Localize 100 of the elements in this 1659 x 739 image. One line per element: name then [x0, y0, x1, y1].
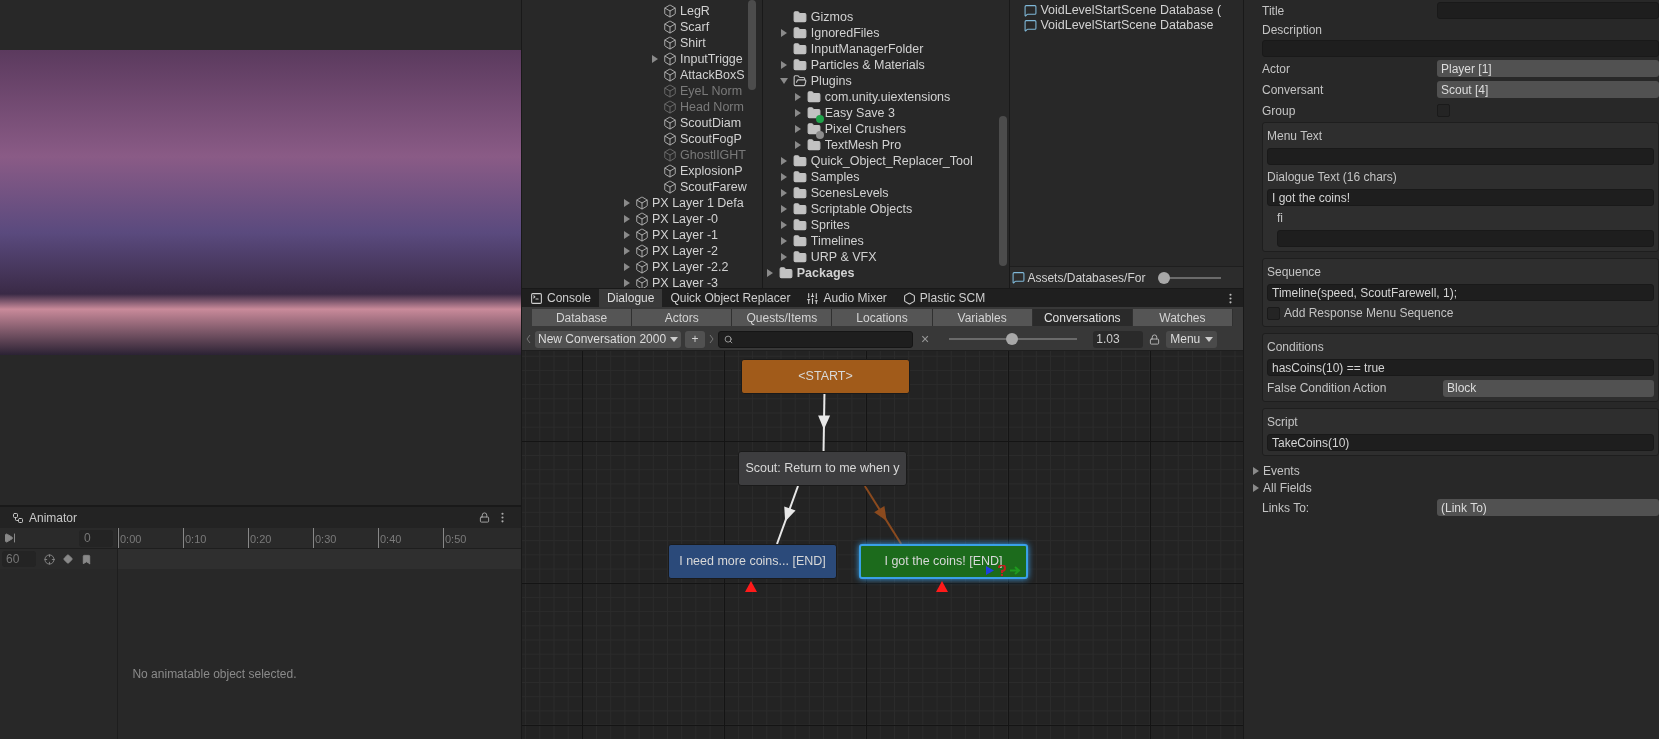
- search-field[interactable]: [718, 330, 914, 348]
- foldout-arrow-icon[interactable]: [793, 141, 802, 149]
- field-label: Title: [1262, 2, 1286, 20]
- folder-icon: [792, 186, 807, 200]
- lock-icon[interactable]: [479, 512, 490, 523]
- hexagon-icon: [902, 291, 916, 305]
- folder-icon: [792, 250, 807, 264]
- foldout-arrow-icon[interactable]: [793, 125, 802, 133]
- conversation-dropdown[interactable]: New Conversation 2000: [535, 330, 682, 348]
- foldout-arrow-icon[interactable]: [779, 253, 788, 261]
- cube-icon: [663, 20, 677, 34]
- section-tab[interactable]: Actors: [632, 309, 733, 326]
- section-tab[interactable]: Quests/Items: [732, 309, 833, 326]
- foldout-arrow-icon[interactable]: [793, 109, 802, 117]
- panel-tab[interactable]: Dialogue: [599, 289, 663, 307]
- slider-thumb[interactable]: [1006, 333, 1018, 345]
- add-event-icon[interactable]: [81, 553, 92, 565]
- frame-field[interactable]: 0: [79, 529, 113, 547]
- add-button[interactable]: +: [685, 330, 706, 348]
- foldout-arrow-icon[interactable]: [779, 221, 788, 229]
- skip-forward-icon[interactable]: [4, 532, 16, 544]
- cube-icon: [635, 212, 649, 226]
- cube-icon: [663, 180, 677, 194]
- caret-icon: [1205, 336, 1214, 342]
- foldout-arrow-icon[interactable]: [779, 189, 788, 197]
- panel-tab[interactable]: Audio Mixer: [798, 289, 895, 307]
- conditions-field[interactable]: hasCoins(10) == true: [1267, 359, 1654, 376]
- database-icon: [1024, 4, 1038, 17]
- foldout-arrow-icon[interactable]: [779, 157, 788, 165]
- folder-icon: [806, 138, 821, 152]
- field-label: Script: [1267, 414, 1299, 431]
- console-icon: [530, 291, 543, 305]
- panel-tab[interactable]: Quick Object Replacer: [662, 289, 799, 307]
- cube-icon: [663, 4, 677, 18]
- folder-icon: [792, 202, 807, 216]
- folder-icon: [806, 90, 821, 104]
- back-chevron-icon[interactable]: [526, 335, 531, 343]
- dropdown[interactable]: Block: [1443, 379, 1654, 397]
- menu-dropdown[interactable]: Menu: [1166, 330, 1218, 348]
- panel-tab[interactable]: Plastic SCM: [894, 289, 994, 307]
- section-tab[interactable]: Conversations: [1032, 309, 1133, 326]
- foldout-label[interactable]: Events: [1263, 461, 1300, 480]
- foldout-arrow-icon[interactable]: [1252, 483, 1260, 492]
- panel-tab[interactable]: Console: [522, 289, 600, 307]
- sequence-field[interactable]: Timeline(speed, ScoutFarewell, 1);: [1267, 284, 1654, 301]
- dropdown[interactable]: Scout [4]: [1437, 81, 1659, 98]
- dialogue-node[interactable]: <START>: [741, 359, 910, 394]
- foldout-arrow-icon[interactable]: [651, 55, 659, 63]
- field-label: Group: [1262, 102, 1297, 120]
- cube-icon: [635, 260, 649, 274]
- foldout-arrow-icon[interactable]: [779, 205, 788, 213]
- foldout-arrow-icon[interactable]: [765, 269, 774, 277]
- lock-icon[interactable]: [1149, 333, 1161, 345]
- foldout-arrow-icon[interactable]: [1252, 466, 1260, 475]
- field-label: Description: [1262, 21, 1323, 39]
- folder-icon: [792, 234, 807, 248]
- field-label: fi: [1276, 210, 1284, 227]
- cube-icon: [663, 148, 677, 162]
- sample-rate-field[interactable]: 60: [2, 551, 36, 567]
- cube-icon: [663, 132, 677, 146]
- foldout-arrow-icon[interactable]: [779, 77, 788, 85]
- scrollbar-thumb[interactable]: [747, 0, 756, 90]
- dropdown[interactable]: Player [1]: [1437, 60, 1659, 77]
- zoom-field[interactable]: 1.03: [1093, 330, 1144, 348]
- folder-icon: [792, 10, 807, 24]
- foldout-arrow-icon[interactable]: [793, 93, 802, 101]
- clear-button[interactable]: ×: [917, 328, 934, 350]
- time-tick-label: 0:30: [315, 532, 337, 547]
- dropdown[interactable]: (Link To): [1437, 499, 1659, 516]
- field-label: Dialogue Text (16 chars): [1267, 169, 1398, 186]
- folder-icon: [792, 170, 807, 184]
- field-label: Conversant: [1262, 81, 1325, 99]
- mixer-icon: [806, 291, 820, 305]
- foldout-arrow-icon[interactable]: [779, 237, 788, 245]
- folder-icon: [792, 26, 807, 40]
- section-tab[interactable]: Variables: [932, 309, 1033, 326]
- folder-icon: [778, 266, 793, 280]
- cube-icon: [635, 228, 649, 242]
- section-tab[interactable]: Database: [532, 309, 633, 326]
- forward-chevron-icon[interactable]: [709, 335, 715, 343]
- foldout-arrow-icon[interactable]: [779, 61, 788, 69]
- section-tab[interactable]: Watches: [1132, 309, 1233, 326]
- cube-icon: [635, 244, 649, 258]
- scrollbar-thumb[interactable]: [999, 116, 1008, 266]
- section-tab[interactable]: Locations: [832, 309, 933, 326]
- add-key-icon[interactable]: [63, 554, 73, 564]
- foldout-arrow-icon[interactable]: [779, 29, 788, 37]
- foldout-arrow-icon[interactable]: [779, 173, 788, 181]
- dialogue-node[interactable]: I got the coins! [END]: [859, 544, 1028, 579]
- foldout-label[interactable]: All Fields: [1263, 478, 1312, 497]
- dialogue-node[interactable]: Scout: Return to me when y: [738, 451, 907, 486]
- dialogue-node[interactable]: I need more coins... [END]: [668, 544, 837, 579]
- dialogue-text-field[interactable]: I got the coins!: [1267, 189, 1654, 206]
- asset-path: Assets/Databases/For: [1027, 269, 1146, 287]
- script-field[interactable]: TakeCoins(10): [1267, 434, 1654, 451]
- time-tick-label: 0:40: [380, 532, 402, 547]
- cube-icon: [663, 36, 677, 50]
- panel-tab[interactable]: Animator: [29, 508, 78, 527]
- crosshair-icon[interactable]: [44, 553, 55, 565]
- slider-thumb[interactable]: [1158, 271, 1171, 284]
